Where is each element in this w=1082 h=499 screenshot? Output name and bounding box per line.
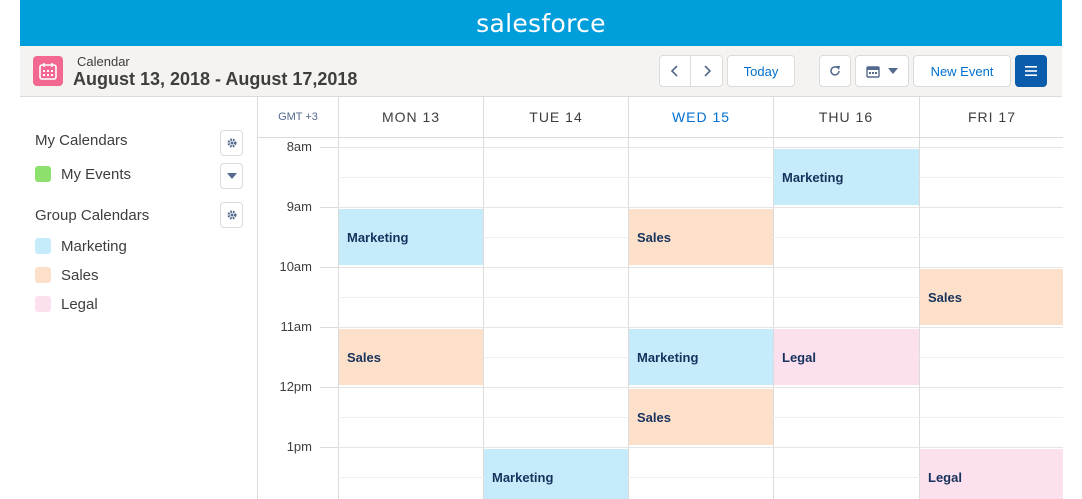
calendar-event[interactable]: Sales bbox=[629, 209, 773, 265]
calendar-item-label: My Events bbox=[61, 165, 132, 183]
calendar-color-swatch bbox=[35, 267, 51, 283]
calendar-event[interactable]: Legal bbox=[774, 329, 919, 385]
timezone-label: GMT +3 bbox=[278, 111, 318, 123]
gear-icon bbox=[226, 210, 237, 220]
header-divider bbox=[258, 137, 1063, 138]
hour-line bbox=[338, 387, 1063, 388]
time-label: 1pm bbox=[258, 439, 314, 454]
caret-down-icon bbox=[226, 173, 237, 179]
hour-line bbox=[338, 207, 1063, 208]
hour-line bbox=[338, 147, 1063, 148]
calendar-item-marketing[interactable]: Marketing bbox=[35, 236, 127, 256]
day-column-divider bbox=[483, 97, 484, 499]
group-calendars-title: Group Calendars bbox=[35, 207, 150, 224]
my-events-options-button[interactable] bbox=[220, 163, 243, 189]
my-calendars-settings-button[interactable] bbox=[220, 130, 243, 156]
menu-button[interactable] bbox=[1015, 55, 1047, 87]
time-label: 9am bbox=[258, 199, 314, 214]
day-header-mon[interactable]: MON 13 bbox=[338, 97, 483, 137]
salesforce-logo: salesforce bbox=[476, 9, 606, 38]
calendar-item-label: Sales bbox=[61, 266, 99, 284]
calendar-icon bbox=[33, 56, 63, 86]
calendar-view-dropdown[interactable] bbox=[855, 55, 909, 87]
new-event-button[interactable]: New Event bbox=[913, 55, 1011, 87]
my-calendars-title: My Calendars bbox=[35, 132, 128, 149]
calendar-item-my-events[interactable]: My Events bbox=[35, 164, 131, 184]
calendar-event[interactable]: Legal bbox=[920, 449, 1063, 499]
refresh-icon bbox=[830, 66, 840, 76]
calendar-header: Calendar August 13, 2018 - August 17,201… bbox=[20, 46, 1062, 97]
calendar-event[interactable]: Marketing bbox=[629, 329, 773, 385]
refresh-button[interactable] bbox=[819, 55, 851, 87]
top-bar: salesforce bbox=[20, 0, 1062, 46]
calendar-item-legal[interactable]: Legal bbox=[35, 294, 98, 314]
calendar-color-swatch bbox=[35, 238, 51, 254]
gear-icon bbox=[226, 138, 237, 148]
calendar-event[interactable]: Sales bbox=[920, 269, 1063, 325]
calendar-event[interactable]: Marketing bbox=[774, 149, 919, 205]
calendar-event[interactable]: Marketing bbox=[484, 449, 628, 499]
previous-week-button[interactable] bbox=[659, 55, 691, 87]
today-button[interactable]: Today bbox=[727, 55, 795, 87]
half-hour-line bbox=[338, 177, 1063, 178]
calendar-event[interactable]: Sales bbox=[339, 329, 483, 385]
calendar-sidebar: My Calendars My Events Group Calendars M… bbox=[20, 97, 257, 499]
day-header-thu[interactable]: THU 16 bbox=[773, 97, 918, 137]
calendar-color-swatch bbox=[35, 166, 51, 182]
week-grid: GMT +3 MON 13 TUE 14 WED 15 THU 16 FRI 1… bbox=[257, 97, 1063, 499]
calendar-view-icon bbox=[866, 65, 880, 78]
day-header-fri[interactable]: FRI 17 bbox=[919, 97, 1063, 137]
calendar-item-label: Marketing bbox=[61, 237, 127, 255]
chevron-right-icon bbox=[703, 65, 711, 77]
day-header-tue[interactable]: TUE 14 bbox=[483, 97, 628, 137]
calendar-item-sales[interactable]: Sales bbox=[35, 265, 99, 285]
caret-down-icon bbox=[888, 68, 898, 74]
time-label: 8am bbox=[258, 139, 314, 154]
calendar-app: salesforce Calendar August 13, 2018 - Au… bbox=[20, 0, 1063, 499]
hour-line bbox=[338, 327, 1063, 328]
time-label: 10am bbox=[258, 259, 314, 274]
date-range-title: August 13, 2018 - August 17,2018 bbox=[73, 69, 358, 89]
next-week-button[interactable] bbox=[691, 55, 723, 87]
time-label: 12pm bbox=[258, 379, 314, 394]
time-label: 11am bbox=[258, 319, 314, 334]
calendar-event[interactable]: Sales bbox=[629, 389, 773, 445]
day-column-divider bbox=[338, 97, 339, 499]
chevron-left-icon bbox=[670, 65, 678, 77]
hour-line bbox=[338, 447, 1063, 448]
calendar-item-label: Legal bbox=[61, 295, 98, 313]
day-header-wed[interactable]: WED 15 bbox=[628, 97, 773, 137]
calendar-color-swatch bbox=[35, 296, 51, 312]
group-calendars-settings-button[interactable] bbox=[220, 202, 243, 228]
header-label: Calendar bbox=[77, 54, 130, 69]
hour-line bbox=[338, 267, 1063, 268]
calendar-event[interactable]: Marketing bbox=[339, 209, 483, 265]
hamburger-icon bbox=[1025, 66, 1037, 76]
